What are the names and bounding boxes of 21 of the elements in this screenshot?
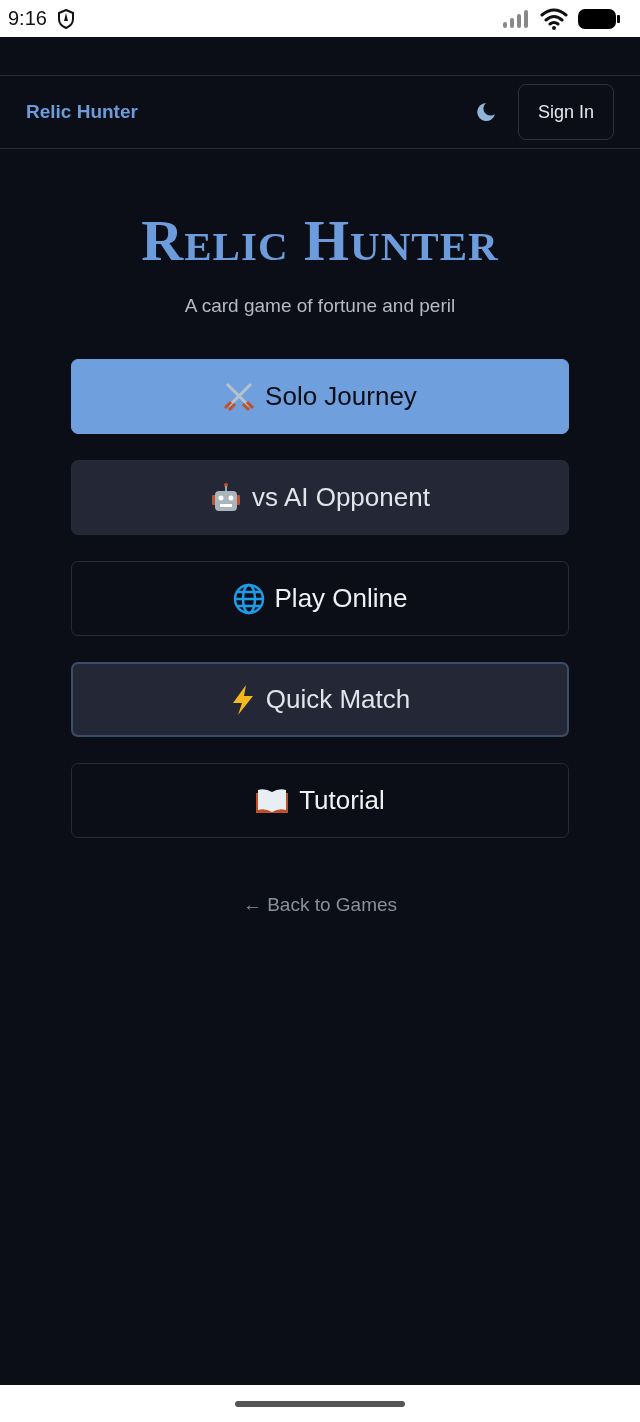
shield-icon bbox=[56, 8, 75, 29]
globe-icon bbox=[232, 582, 265, 615]
signal-icon bbox=[502, 8, 530, 29]
brand-link[interactable]: Relic Hunter bbox=[26, 101, 454, 123]
home-indicator[interactable] bbox=[235, 1400, 405, 1407]
back-link[interactable]: ← Back to Games bbox=[242, 894, 398, 916]
game-title: Relic Hunter bbox=[141, 209, 499, 273]
robot-icon bbox=[210, 481, 243, 514]
wifi-icon bbox=[540, 7, 568, 30]
moon-icon[interactable] bbox=[475, 102, 496, 122]
menu-button[interactable]: Play Online bbox=[71, 561, 569, 636]
crossed-swords-icon bbox=[223, 381, 256, 412]
battery-icon bbox=[578, 8, 620, 29]
status-time: 9:16 bbox=[8, 7, 47, 30]
menu-button[interactable]: Solo Journey bbox=[71, 359, 569, 434]
subtitle: A card game of fortune and peril bbox=[184, 295, 456, 317]
book-icon bbox=[255, 786, 290, 815]
menu-button[interactable]: Quick Match bbox=[71, 662, 569, 737]
sign-in-button[interactable]: Sign In bbox=[517, 84, 614, 140]
menu-button[interactable]: Tutorial bbox=[71, 763, 569, 838]
menu-button[interactable]: vs AI Opponent bbox=[71, 460, 569, 535]
